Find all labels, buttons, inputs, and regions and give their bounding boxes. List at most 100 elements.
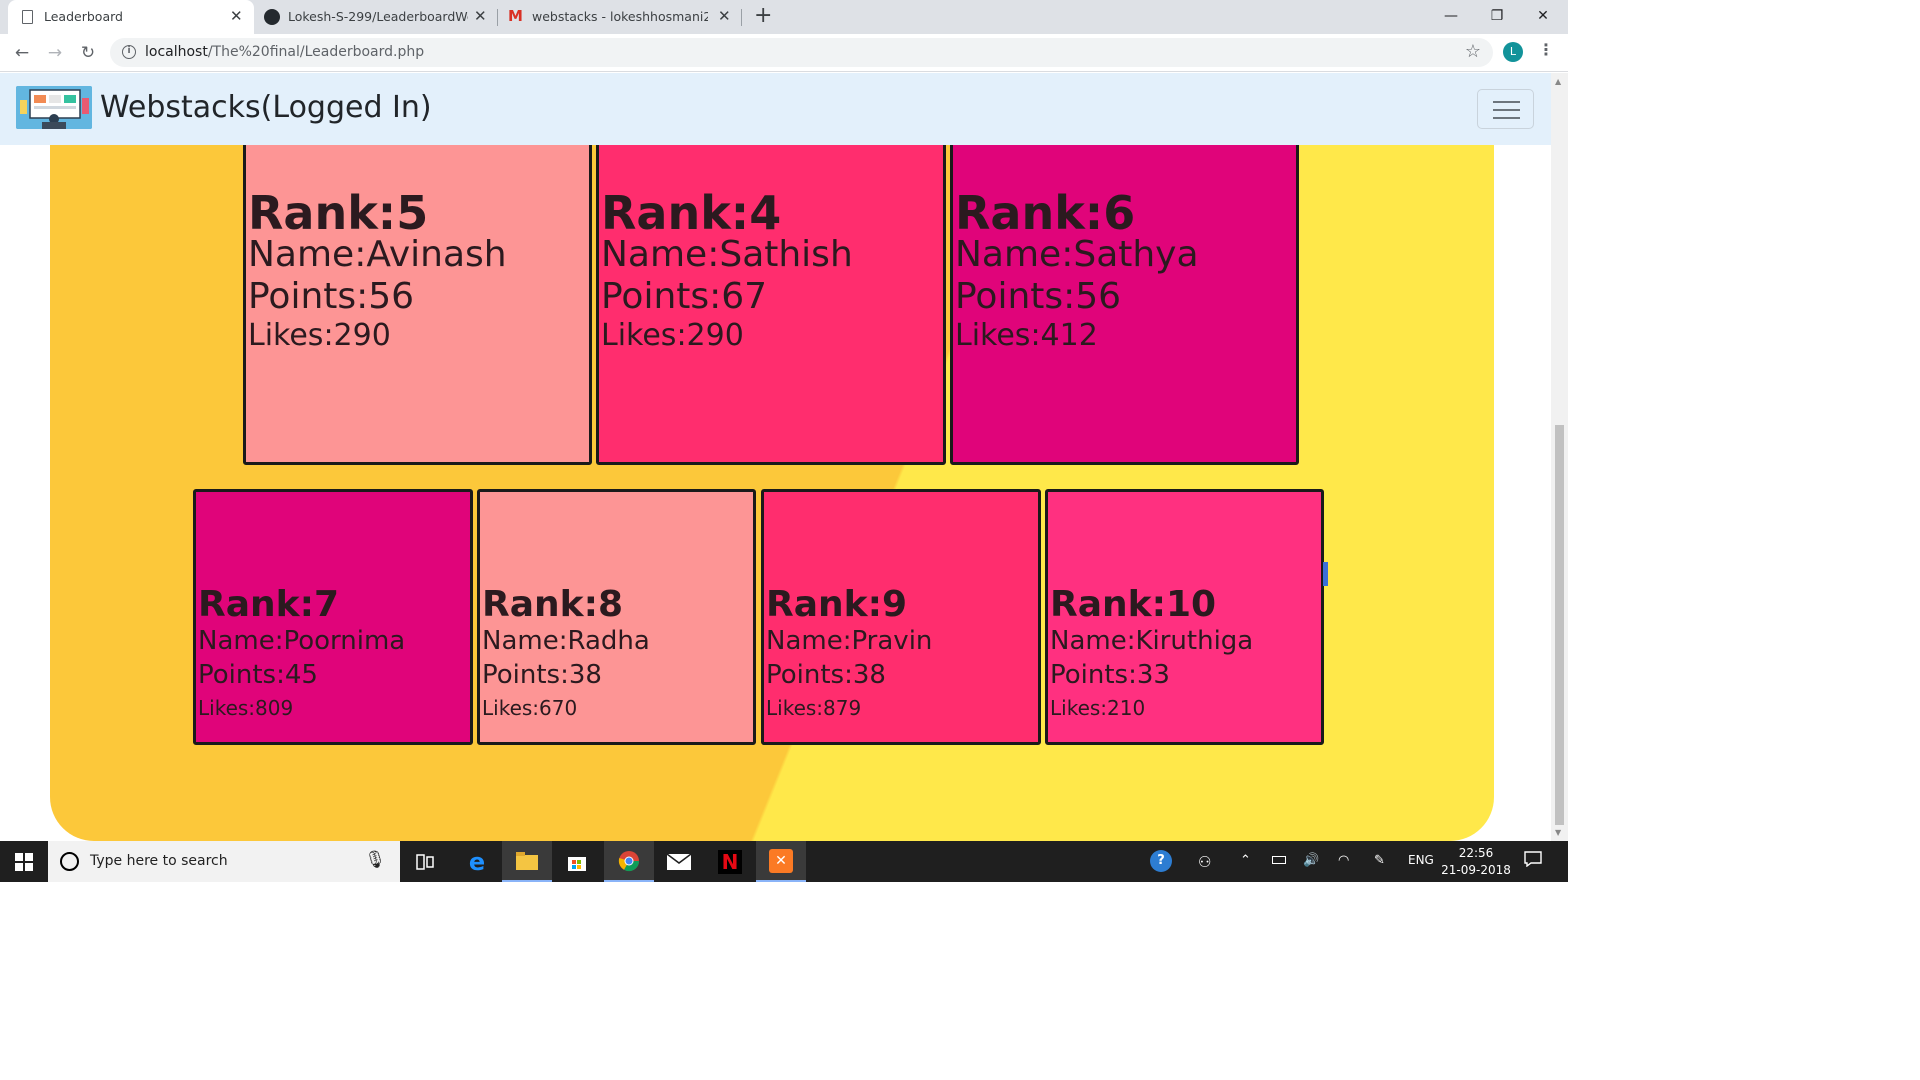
github-icon: [264, 9, 280, 25]
action-center-icon[interactable]: [1524, 851, 1542, 871]
site-brand-title[interactable]: Webstacks(Logged In): [100, 90, 432, 125]
info-icon[interactable]: i: [122, 45, 136, 59]
card-points: Points:45: [198, 660, 318, 690]
show-hidden-icons-chevron-icon[interactable]: ⌃: [1240, 853, 1251, 868]
leaderboard-card-rank-7[interactable]: Rank:7 Name:Poornima Points:45 Likes:809: [193, 489, 473, 745]
pen-workspace-icon[interactable]: ✎: [1374, 853, 1385, 868]
tab-leaderboard[interactable]: Leaderboard ✕: [8, 0, 254, 34]
browser-menu-icon[interactable]: ⋮: [1538, 40, 1554, 59]
address-bar[interactable]: i localhost/The%20final/Leaderboard.php …: [110, 38, 1493, 67]
close-window-button[interactable]: ✕: [1520, 0, 1566, 32]
microphone-icon[interactable]: 🎙: [364, 850, 386, 870]
card-name: Name:Radha: [482, 626, 650, 656]
card-rank: Rank:10: [1050, 584, 1217, 625]
forward-button[interactable]: →: [39, 34, 71, 72]
selection-marker: [1323, 562, 1328, 586]
windows-taskbar: Type here to search 🎙 e N ✕ ? ⚇ ⌃ 🔊 ◠ ✎ …: [0, 841, 1568, 882]
file-explorer-icon[interactable]: [502, 841, 552, 882]
leaderboard-card-rank-8[interactable]: Rank:8 Name:Radha Points:38 Likes:670: [477, 489, 756, 745]
taskbar-clock[interactable]: 22:56 21-09-2018: [1436, 845, 1516, 879]
close-tab-icon[interactable]: ✕: [230, 7, 243, 25]
minimize-button[interactable]: —: [1428, 0, 1474, 32]
chrome-icon[interactable]: [604, 841, 654, 882]
profile-avatar[interactable]: L: [1503, 42, 1523, 62]
url-host: localhost: [145, 44, 208, 60]
windows-logo-icon: [15, 852, 33, 871]
leaderboard-card-rank-9[interactable]: Rank:9 Name:Pravin Points:38 Likes:879: [761, 489, 1041, 745]
card-name: Name:Kiruthiga: [1050, 626, 1254, 656]
gmail-icon: M: [508, 7, 523, 25]
wifi-icon[interactable]: ◠: [1338, 853, 1349, 868]
clock-time: 22:56: [1458, 846, 1494, 860]
close-tab-icon[interactable]: ✕: [718, 7, 731, 25]
store-icon[interactable]: [552, 841, 602, 882]
card-points: Points:38: [482, 660, 602, 690]
card-likes: Likes:290: [248, 318, 391, 353]
scrollbar-thumb[interactable]: [1555, 425, 1564, 825]
tab-title: Lokesh-S-299/LeaderboardWebs: [288, 9, 468, 24]
card-name: Name:Sathish: [601, 234, 853, 275]
close-tab-icon[interactable]: ✕: [474, 7, 487, 25]
card-rank: Rank:9: [766, 584, 908, 625]
hamburger-bar: [1493, 101, 1520, 103]
start-button[interactable]: [0, 841, 48, 882]
card-rank: Rank:5: [248, 186, 429, 240]
hamburger-bar: [1493, 117, 1520, 119]
bookmark-star-icon[interactable]: ☆: [1465, 41, 1481, 62]
leaderboard-card-rank-10[interactable]: Rank:10 Name:Kiruthiga Points:33 Likes:2…: [1045, 489, 1324, 745]
people-icon[interactable]: ⚇: [1198, 853, 1211, 871]
page-icon: [22, 10, 33, 24]
page-scrollbar[interactable]: ▲ ▼: [1551, 73, 1568, 841]
reload-button[interactable]: ↻: [72, 34, 104, 72]
back-button[interactable]: ←: [6, 34, 38, 72]
card-name: Name:Avinash: [248, 234, 507, 275]
card-likes: Likes:670: [482, 696, 578, 720]
card-name: Name:Poornima: [198, 626, 406, 656]
edge-browser-icon[interactable]: e: [452, 841, 502, 882]
logo-illustration-icon: [16, 86, 92, 129]
url-text[interactable]: localhost/The%20final/Leaderboard.php: [145, 44, 424, 60]
card-likes: Likes:412: [955, 318, 1098, 353]
card-points: Points:67: [601, 276, 768, 317]
clock-date: 21-09-2018: [1441, 863, 1511, 877]
site-navbar: Webstacks(Logged In): [0, 73, 1551, 145]
search-placeholder: Type here to search: [90, 853, 228, 869]
navbar-toggle-button[interactable]: [1477, 89, 1534, 129]
help-icon[interactable]: ?: [1150, 850, 1172, 872]
card-points: Points:33: [1050, 660, 1170, 690]
card-likes: Likes:290: [601, 318, 744, 353]
scroll-up-icon[interactable]: ▲: [1555, 77, 1561, 86]
taskbar-search-box[interactable]: Type here to search 🎙: [48, 841, 400, 882]
card-rank: Rank:7: [198, 584, 340, 625]
card-name: Name:Sathya: [955, 234, 1199, 275]
tab-gmail[interactable]: M webstacks - lokeshhosmani299@ ✕: [498, 0, 742, 34]
url-path: /The%20final/Leaderboard.php: [207, 44, 425, 60]
tab-strip: Leaderboard ✕ Lokesh-S-299/LeaderboardWe…: [0, 0, 1568, 34]
card-rank: Rank:6: [955, 186, 1136, 240]
maximize-button[interactable]: ❐: [1474, 0, 1520, 32]
site-logo[interactable]: [16, 86, 92, 129]
task-view-icon[interactable]: [400, 841, 450, 882]
cortana-icon: [60, 852, 79, 871]
card-name: Name:Pravin: [766, 626, 933, 656]
tab-title: webstacks - lokeshhosmani299@: [532, 9, 708, 24]
hamburger-bar: [1493, 109, 1520, 111]
mail-icon[interactable]: [654, 841, 704, 882]
browser-toolbar: ← → ↻ i localhost/The%20final/Leaderboar…: [0, 34, 1568, 72]
tab-github[interactable]: Lokesh-S-299/LeaderboardWebs ✕: [254, 0, 498, 34]
card-rank: Rank:8: [482, 584, 624, 625]
new-tab-button[interactable]: +: [754, 3, 772, 28]
scroll-down-icon[interactable]: ▼: [1555, 828, 1561, 837]
card-points: Points:38: [766, 660, 886, 690]
card-likes: Likes:809: [198, 696, 294, 720]
battery-icon[interactable]: [1272, 853, 1286, 868]
tab-separator: [741, 9, 742, 26]
language-indicator[interactable]: ENG: [1408, 853, 1434, 867]
card-points: Points:56: [955, 276, 1122, 317]
netflix-icon[interactable]: N: [705, 841, 755, 882]
card-rank: Rank:4: [601, 186, 782, 240]
card-likes: Likes:210: [1050, 696, 1146, 720]
xampp-icon[interactable]: ✕: [756, 841, 806, 882]
card-points: Points:56: [248, 276, 415, 317]
volume-icon[interactable]: 🔊: [1303, 853, 1319, 868]
